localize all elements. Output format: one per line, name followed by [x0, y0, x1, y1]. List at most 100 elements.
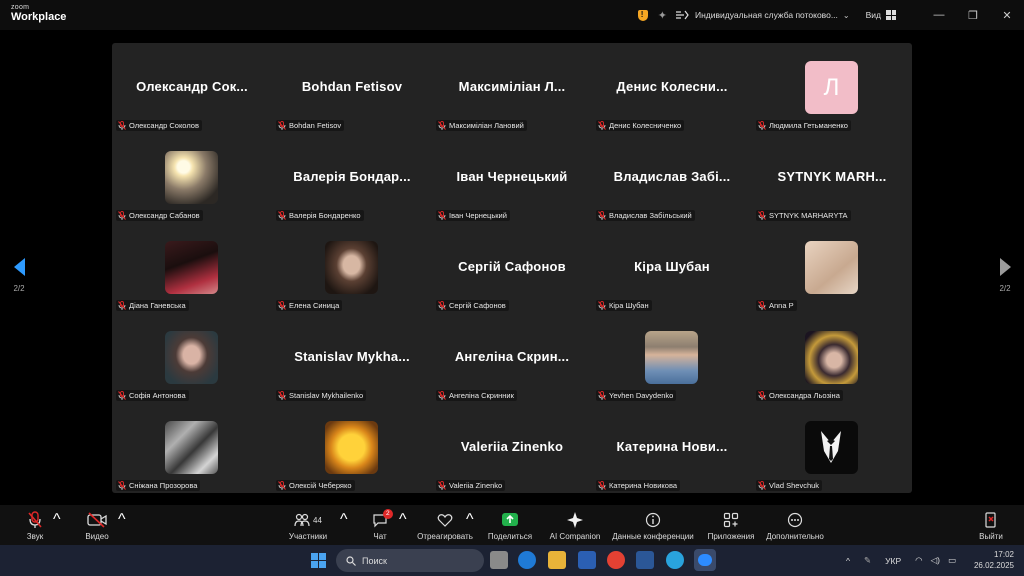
- participant-tile[interactable]: Stanislav Mykha... Stanislav Mykhailenko: [272, 313, 432, 403]
- task-view-icon[interactable]: [490, 551, 508, 569]
- participant-name-label: Людмила Гетьманенко: [756, 120, 851, 131]
- apps-icon: [723, 512, 739, 528]
- wifi-icon[interactable]: ◠: [915, 555, 922, 566]
- participant-tile[interactable]: Максиміліан Л... Максиміліан Лановий: [432, 43, 592, 133]
- chrome-icon[interactable]: [607, 551, 625, 569]
- windows-taskbar: Поиск ^ ✎ УКР ◠ ◁) ▭ 17:02 26.02.2025: [0, 545, 1024, 576]
- participant-video: [805, 331, 858, 384]
- arrow-right-icon: [999, 258, 1011, 276]
- participants-button[interactable]: 44 Участники: [283, 511, 333, 541]
- participant-display-name: Valeriia Zinenko: [460, 439, 564, 454]
- taskbar-clock[interactable]: 17:02 26.02.2025: [974, 549, 1014, 571]
- muted-mic-icon: [598, 391, 606, 400]
- muted-mic-icon: [278, 391, 286, 400]
- security-shield-icon[interactable]: [637, 9, 648, 21]
- video-off-icon: [87, 512, 107, 528]
- participant-name: Олександр Соколов: [129, 121, 199, 130]
- participant-tile[interactable]: Ангеліна Скрин... Ангеліна Скринник: [432, 313, 592, 403]
- word-icon[interactable]: [636, 551, 654, 569]
- participant-tile[interactable]: Валерія Бондар... Валерія Бондаренко: [272, 133, 432, 223]
- participant-tile[interactable]: Л Людмила Гетьманенко: [752, 43, 912, 133]
- participant-name: Елена Синица: [289, 301, 340, 310]
- participant-display-name: Владислав Забі...: [613, 169, 731, 184]
- muted-mic-icon: [438, 301, 446, 310]
- chevron-down-icon[interactable]: ⌄: [843, 11, 850, 20]
- meeting-title[interactable]: Индивидуальная служба потоково...: [695, 10, 838, 20]
- participant-tile[interactable]: SYTNYK MARH... SYTNYK MARHARYTA: [752, 133, 912, 223]
- taskbar-search-box[interactable]: Поиск: [336, 549, 484, 572]
- file-explorer-icon[interactable]: [548, 551, 566, 569]
- participant-name-label: Stanislav Mykhailenko: [276, 390, 367, 401]
- participant-tile[interactable]: Anna P: [752, 223, 912, 313]
- telegram-icon[interactable]: [666, 551, 684, 569]
- audio-button[interactable]: Звук: [22, 511, 48, 541]
- muted-mic-icon: [758, 391, 766, 400]
- ai-sparkle-icon[interactable]: ✦: [658, 9, 667, 22]
- meeting-info-button[interactable]: Данные конференции: [610, 511, 696, 541]
- participant-tile[interactable]: Олексій Чеберяко: [272, 403, 432, 493]
- participant-video: [325, 241, 378, 294]
- participant-tile[interactable]: Катерина Нови... Катерина Новикова: [592, 403, 752, 493]
- language-indicator[interactable]: УКР: [885, 556, 901, 566]
- participant-tile[interactable]: Владислав Забі... Владислав Забільський: [592, 133, 752, 223]
- chat-options-caret[interactable]: ^: [399, 511, 407, 529]
- participant-tile[interactable]: Софія Антонова: [112, 313, 272, 403]
- reactions-options-caret[interactable]: ^: [466, 511, 474, 529]
- participant-tile[interactable]: Олександр Сабанов: [112, 133, 272, 223]
- participant-tile[interactable]: Bohdan Fetisov Bohdan Fetisov: [272, 43, 432, 133]
- chat-button[interactable]: 2 Чат: [367, 509, 393, 541]
- ai-companion-button[interactable]: AI Companion: [546, 511, 604, 541]
- audio-options-caret[interactable]: ^: [53, 511, 61, 529]
- participant-tile[interactable]: Іван Чернецький Іван Чернецький: [432, 133, 592, 223]
- previous-page-button[interactable]: 2/2: [7, 258, 31, 298]
- more-button[interactable]: Дополнительно: [764, 511, 826, 541]
- participant-tile[interactable]: Діана Ганевська: [112, 223, 272, 313]
- zoom-taskbar-icon[interactable]: [694, 549, 716, 571]
- participant-tile[interactable]: Valeriia Zinenko Valeriia Zinenko: [432, 403, 592, 493]
- search-placeholder: Поиск: [362, 555, 387, 566]
- participant-tile[interactable]: Vlad Shevchuk: [752, 403, 912, 493]
- muted-mic-icon: [278, 121, 286, 130]
- close-button[interactable]: ✕: [990, 0, 1024, 30]
- participant-name: Валерія Бондаренко: [289, 211, 361, 220]
- share-screen-button[interactable]: Поделиться: [486, 511, 534, 541]
- participant-tile[interactable]: Елена Синица: [272, 223, 432, 313]
- volume-icon[interactable]: ◁): [931, 555, 940, 566]
- transcript-icon[interactable]: [675, 10, 689, 21]
- muted-mic-icon: [118, 391, 126, 400]
- participant-name: Олександр Сабанов: [129, 211, 200, 220]
- edge-browser-icon[interactable]: [518, 551, 536, 569]
- page-indicator: 2/2: [13, 284, 25, 293]
- participant-tile[interactable]: Денис Колесни... Денис Колесниченко: [592, 43, 752, 133]
- microsoft-store-icon[interactable]: [578, 551, 596, 569]
- view-button[interactable]: Вид: [866, 10, 881, 20]
- muted-mic-icon: [278, 481, 286, 490]
- search-icon: [346, 555, 356, 566]
- participant-display-name: Валерія Бондар...: [293, 169, 411, 184]
- participant-name-label: Anna P: [756, 300, 797, 311]
- participants-options-caret[interactable]: ^: [340, 511, 348, 529]
- battery-icon[interactable]: ▭: [948, 555, 956, 566]
- tray-chevron-up-icon[interactable]: ^: [846, 556, 850, 566]
- participant-tile[interactable]: Сергій Сафонов Сергій Сафонов: [432, 223, 592, 313]
- leave-button[interactable]: Выйти: [976, 511, 1006, 541]
- windows-start-icon[interactable]: [311, 553, 326, 568]
- participant-name-label: Олексій Чеберяко: [276, 480, 355, 491]
- clock-date: 26.02.2025: [973, 561, 1014, 570]
- restore-button[interactable]: ❐: [956, 0, 990, 30]
- video-button[interactable]: Видео: [84, 511, 110, 541]
- participant-tile[interactable]: Сніжана Прозорова: [112, 403, 272, 493]
- participant-tile[interactable]: Кіра Шубан Кіра Шубан: [592, 223, 752, 313]
- minimize-button[interactable]: —: [922, 0, 956, 30]
- muted-mic-icon: [758, 481, 766, 490]
- video-options-caret[interactable]: ^: [118, 511, 126, 529]
- participants-icon: [294, 513, 310, 527]
- participant-tile[interactable]: Олександра Льозіна: [752, 313, 912, 403]
- tray-pen-icon[interactable]: ✎: [864, 555, 871, 566]
- participant-tile[interactable]: Олександр Сок... Олександр Соколов: [112, 43, 272, 133]
- muted-mic-icon: [598, 211, 606, 220]
- participant-tile[interactable]: Yevhen Davydenko: [592, 313, 752, 403]
- apps-button[interactable]: Приложения: [705, 511, 757, 541]
- next-page-button[interactable]: 2/2: [993, 258, 1017, 298]
- grid-view-icon[interactable]: [886, 10, 896, 20]
